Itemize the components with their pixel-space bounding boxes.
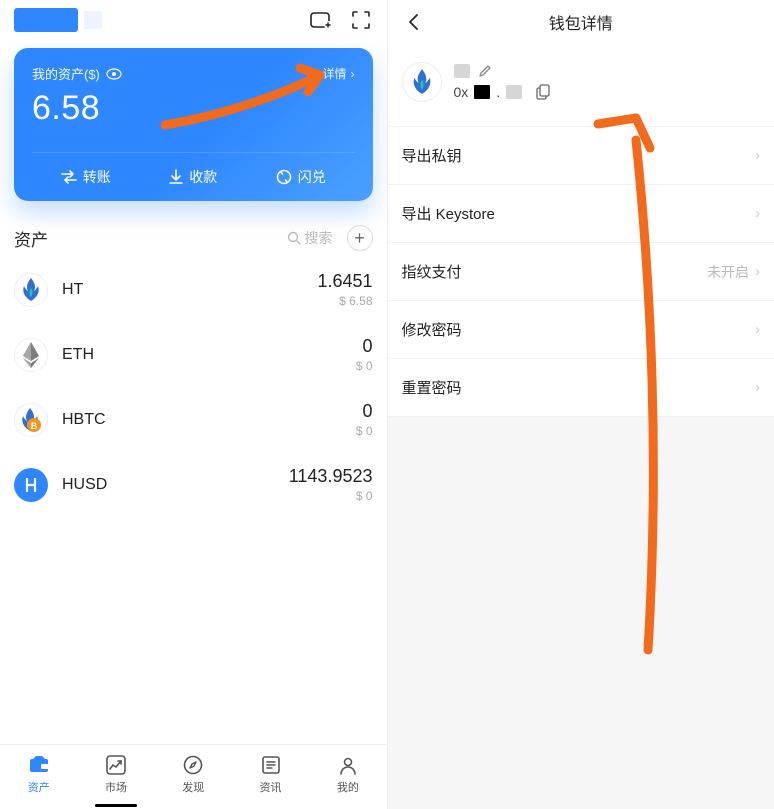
- assets-section-title: 资产: [14, 226, 48, 251]
- chevron-right-icon: ›: [755, 205, 760, 222]
- wallet-add-icon[interactable]: [309, 8, 333, 32]
- asset-amount: 1.6451: [317, 271, 372, 292]
- tab-mine[interactable]: 我的: [309, 745, 386, 809]
- menu-fingerprint-pay[interactable]: 指纹支付 未开启›: [388, 243, 774, 301]
- tab-assets[interactable]: 资产: [0, 745, 77, 809]
- balance-value: 6.58: [32, 89, 355, 128]
- bottom-tabs: 资产 市场 发现 资讯 我的: [0, 744, 387, 809]
- copy-icon[interactable]: [536, 84, 550, 100]
- asset-amount: 0: [356, 401, 373, 422]
- back-button[interactable]: [402, 10, 426, 34]
- asset-name: HT: [62, 281, 83, 299]
- swap-button[interactable]: 闪兑: [247, 153, 355, 201]
- details-link[interactable]: 详情 ›: [322, 65, 354, 82]
- asset-amount: 0: [356, 336, 373, 357]
- menu-change-password[interactable]: 修改密码 ›: [388, 301, 774, 359]
- chevron-right-icon: ›: [755, 321, 760, 338]
- svg-text:B: B: [31, 421, 38, 431]
- husd-icon: [14, 468, 48, 502]
- account-avatar[interactable]: [14, 8, 78, 32]
- asset-row-husd[interactable]: HUSD 1143.9523 $ 0: [0, 452, 387, 517]
- page-title: 钱包详情: [549, 10, 613, 34]
- scan-icon[interactable]: [349, 8, 373, 32]
- ht-icon: [14, 273, 48, 307]
- tab-discover[interactable]: 发现: [155, 745, 232, 809]
- chevron-right-icon: ›: [755, 263, 760, 280]
- addr-redacted: [474, 85, 490, 99]
- asset-row-ht[interactable]: HT 1.6451 $ 6.58: [0, 257, 387, 322]
- assets-label: 我的资产($): [32, 64, 100, 83]
- asset-value: $ 0: [289, 489, 373, 503]
- chevron-right-icon: ›: [755, 379, 760, 396]
- search-input[interactable]: 搜索: [287, 228, 333, 248]
- wallet-name-redacted: [454, 64, 470, 78]
- assets-card: 我的资产($) 详情 › 6.58 转账 收款: [14, 48, 373, 201]
- asset-name: HBTC: [62, 411, 106, 429]
- wallet-chain-icon: [402, 62, 442, 102]
- tab-news[interactable]: 资讯: [232, 745, 309, 809]
- asset-row-hbtc[interactable]: B HBTC 0 $ 0: [0, 387, 387, 452]
- add-asset-button[interactable]: +: [347, 225, 373, 251]
- chevron-right-icon: ›: [351, 67, 355, 81]
- edit-icon[interactable]: [478, 64, 492, 78]
- wallet-address: 0x .: [454, 84, 551, 100]
- asset-row-eth[interactable]: ETH 0 $ 0: [0, 322, 387, 387]
- eth-icon: [14, 338, 48, 372]
- tab-market[interactable]: 市场: [77, 745, 154, 809]
- asset-value: $ 6.58: [317, 294, 372, 308]
- asset-amount: 1143.9523: [289, 466, 373, 487]
- search-icon: [287, 231, 301, 245]
- asset-value: $ 0: [356, 359, 373, 373]
- account-decor: [84, 11, 102, 29]
- chevron-right-icon: ›: [755, 147, 760, 164]
- menu-export-private-key[interactable]: 导出私钥 ›: [388, 127, 774, 185]
- hbtc-icon: B: [14, 403, 48, 437]
- asset-name: ETH: [62, 346, 94, 364]
- addr-redacted: [506, 85, 522, 99]
- menu-export-keystore[interactable]: 导出 Keystore ›: [388, 185, 774, 243]
- menu-reset-password[interactable]: 重置密码 ›: [388, 359, 774, 417]
- eye-icon[interactable]: [106, 68, 122, 80]
- asset-name: HUSD: [62, 476, 107, 494]
- asset-value: $ 0: [356, 424, 373, 438]
- transfer-button[interactable]: 转账: [32, 153, 140, 201]
- receive-button[interactable]: 收款: [140, 153, 248, 201]
